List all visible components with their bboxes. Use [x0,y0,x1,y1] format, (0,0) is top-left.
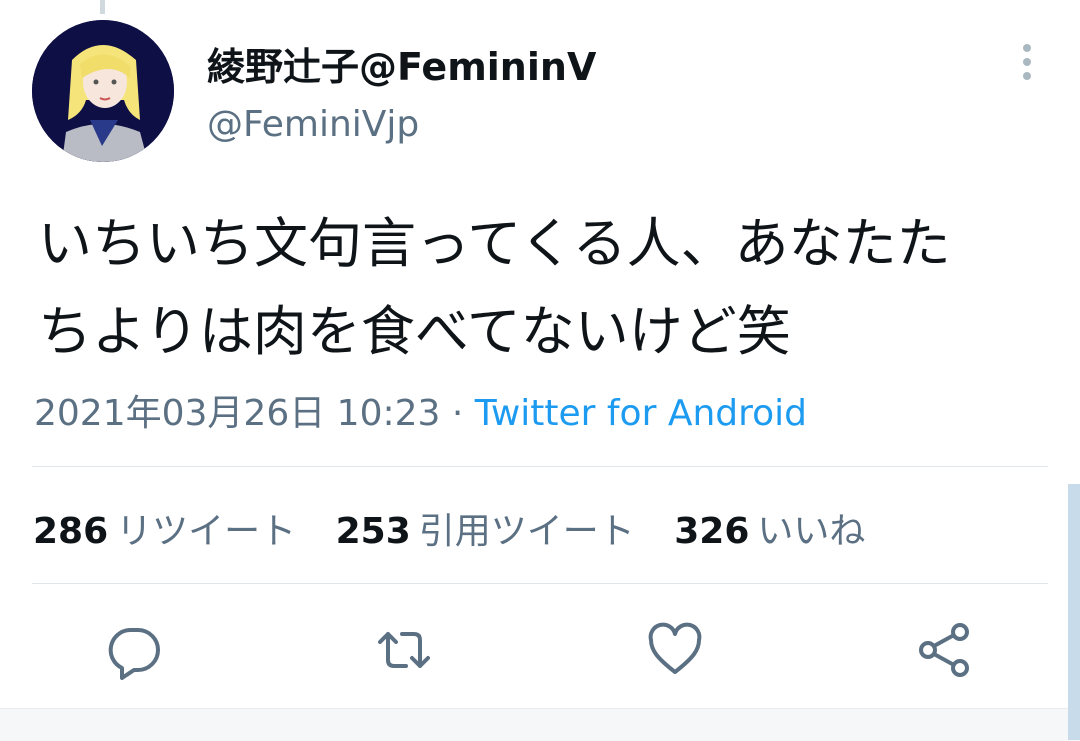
more-options-button[interactable] [1010,40,1044,84]
scrollbar[interactable] [1068,484,1080,740]
like-count: 326 [674,511,750,552]
avatar-illustration [32,20,174,162]
reply-icon [108,628,160,680]
retweet-stat[interactable]: 286 リツイート [33,502,296,554]
timestamp[interactable]: 2021年03月26日 10:23 [34,393,440,434]
reply-button[interactable] [104,620,164,680]
user-handle[interactable]: @FeminiVjp [207,104,419,145]
retweet-label: リツイート [116,511,297,552]
next-item-edge [0,708,1080,741]
display-name[interactable]: 綾野辻子@FemininV [207,36,596,91]
action-bar [0,620,1080,680]
engagement-stats: 286 リツイート 253 引用ツイート 326 いいね [33,502,893,554]
quote-label: 引用ツイート [418,511,635,552]
retweet-button[interactable] [374,620,434,680]
divider [32,466,1048,467]
like-button[interactable] [645,620,705,680]
avatar[interactable] [32,20,174,162]
share-icon [919,623,969,677]
tweet-text-line: ちよりは肉を食べてないけど笑 [38,300,791,363]
quote-count: 253 [335,511,411,552]
retweet-count: 286 [33,511,109,552]
thread-line [100,0,105,14]
heart-icon [648,622,702,674]
tweet-meta: 2021年03月26日 10:23 · Twitter for Android [34,384,807,436]
source-link[interactable]: Twitter for Android [475,393,807,434]
like-stat[interactable]: 326 いいね [674,502,865,554]
tweet-text: いちいち文句言ってくる人、あなたた ちよりは肉を食べてないけど笑 [38,200,1058,376]
tweet-text-line: いちいち文句言ってくる人、あなたた [38,212,951,275]
retweet-icon [378,632,430,668]
quote-stat[interactable]: 253 引用ツイート [336,502,635,554]
vertical-ellipsis-icon [1023,44,1031,80]
like-label: いいね [757,511,866,552]
meta-separator: · [440,393,475,434]
divider [32,583,1048,584]
share-button[interactable] [914,620,974,680]
